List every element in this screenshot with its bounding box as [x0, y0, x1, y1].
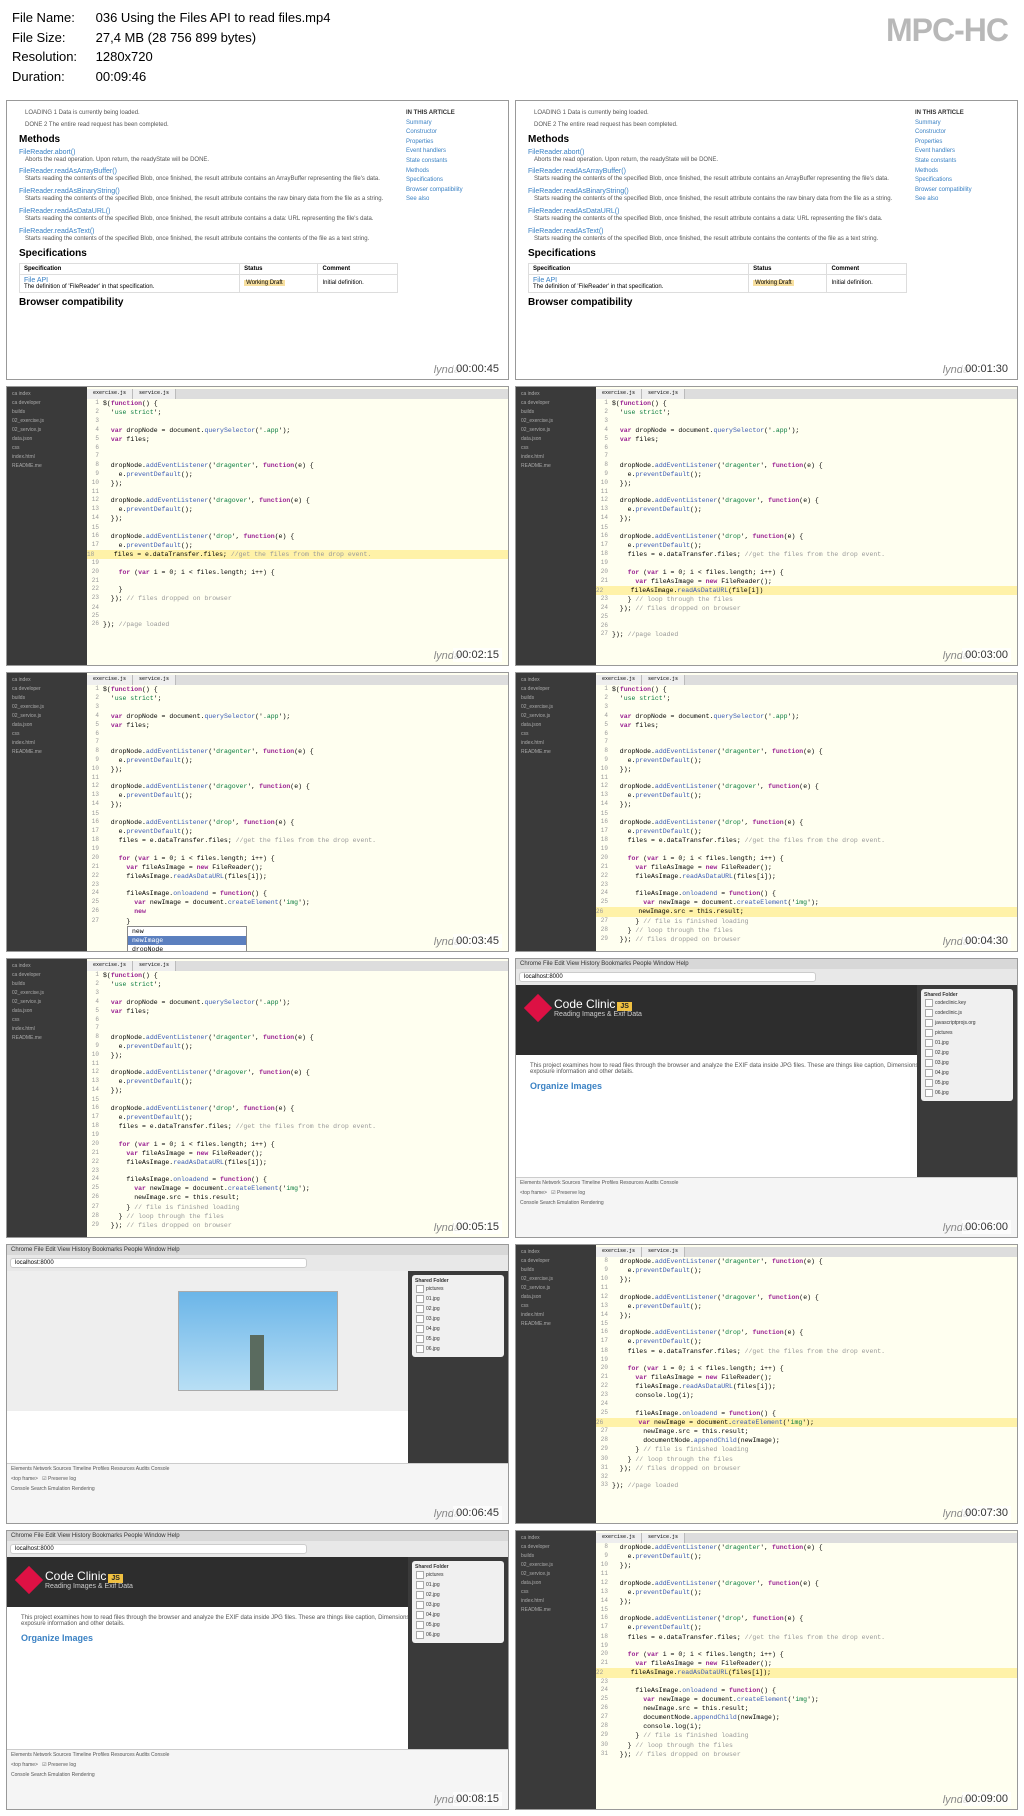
file-tree[interactable]: ca indexca developerbuilds02_exercise.js…: [516, 387, 596, 665]
thumb-1[interactable]: LOADING 1 Data is currently being loaded…: [6, 100, 509, 380]
file-tree[interactable]: ca indexca developerbuilds02_exercise.js…: [7, 387, 87, 665]
specs-table: SpecificationStatusComment File APIThe d…: [19, 263, 398, 293]
thumb-4[interactable]: ca indexca developerbuilds02_exercise.js…: [515, 386, 1018, 666]
specs-heading: Specifications: [19, 248, 398, 259]
thumb-2[interactable]: LOADING 1 Data is currently being loaded…: [515, 100, 1018, 380]
duration-value: 00:09:46: [96, 69, 147, 84]
thumb-7[interactable]: ca indexca developerbuilds02_exercise.js…: [6, 958, 509, 1238]
code-editor[interactable]: exercise.jsservice.js1$(function() {2 'u…: [87, 387, 508, 665]
app-watermark: MPC-HC: [886, 12, 1008, 49]
thumb-5[interactable]: ca indexca developerbuilds02_exercise.js…: [6, 672, 509, 952]
duration-label: Duration:: [12, 67, 92, 87]
resolution-value: 1280x720: [96, 49, 153, 64]
thumbnail-grid: LOADING 1 Data is currently being loaded…: [0, 94, 1024, 1816]
thumb-10[interactable]: ca indexca developerbuilds02_exercise.js…: [515, 1244, 1018, 1524]
devtools-tabs[interactable]: Elements Network Sources Timeline Profil…: [516, 1178, 1017, 1188]
file-tree[interactable]: ca indexca developerbuilds02_exercise.js…: [7, 959, 87, 1237]
file-tree[interactable]: ca indexca developerbuilds02_exercise.js…: [516, 1531, 596, 1809]
resolution-label: Resolution:: [12, 47, 92, 67]
thumb-12[interactable]: ca indexca developerbuilds02_exercise.js…: [515, 1530, 1018, 1810]
file-info-header: File Name: 036 Using the Files API to re…: [0, 0, 1024, 94]
code-editor[interactable]: exercise.jsservice.js8 dropNode.addEvent…: [596, 1245, 1017, 1523]
filename-value: 036 Using the Files API to read files.mp…: [96, 10, 331, 25]
code-editor[interactable]: exercise.jsservice.js1$(function() {2 'u…: [87, 959, 508, 1237]
menubar[interactable]: Chrome File Edit View History Bookmarks …: [516, 959, 1017, 969]
finder-panel: Shared Folder codeclinic.key codeclinic.…: [917, 985, 1017, 1177]
methods-heading: Methods: [19, 134, 398, 145]
url-bar[interactable]: localhost:8000: [516, 969, 1017, 985]
timestamp: 00:00:45: [453, 362, 502, 376]
compat-heading: Browser compatibility: [19, 297, 398, 308]
code-editor[interactable]: exercise.jsservice.js8 dropNode.addEvent…: [596, 1531, 1017, 1809]
filename-label: File Name:: [12, 8, 92, 28]
file-tree[interactable]: ca indexca developerbuilds02_exercise.js…: [7, 673, 87, 951]
thumb-11[interactable]: Chrome File Edit View History Bookmarks …: [6, 1530, 509, 1810]
thumb-8[interactable]: Chrome File Edit View History Bookmarks …: [515, 958, 1018, 1238]
thumb-3[interactable]: ca indexca developerbuilds02_exercise.js…: [6, 386, 509, 666]
filesize-label: File Size:: [12, 28, 92, 48]
code-editor[interactable]: exercise.jsservice.js1$(function() {2 'u…: [596, 387, 1017, 665]
code-editor[interactable]: exercise.jsservice.js1$(function() {2 'u…: [596, 673, 1017, 951]
logo-icon: [524, 993, 552, 1021]
thumb-6[interactable]: ca indexca developerbuilds02_exercise.js…: [515, 672, 1018, 952]
thumb-9[interactable]: Chrome File Edit View History Bookmarks …: [6, 1244, 509, 1524]
article-nav: IN THIS ARTICLE Summary Constructor Prop…: [406, 109, 496, 312]
file-tree[interactable]: ca indexca developerbuilds02_exercise.js…: [516, 1245, 596, 1523]
file-tree[interactable]: ca indexca developerbuilds02_exercise.js…: [516, 673, 596, 951]
code-editor[interactable]: exercise.jsservice.js1$(function() {2 'u…: [87, 673, 508, 951]
filesize-value: 27,4 MB (28 756 899 bytes): [96, 30, 256, 45]
